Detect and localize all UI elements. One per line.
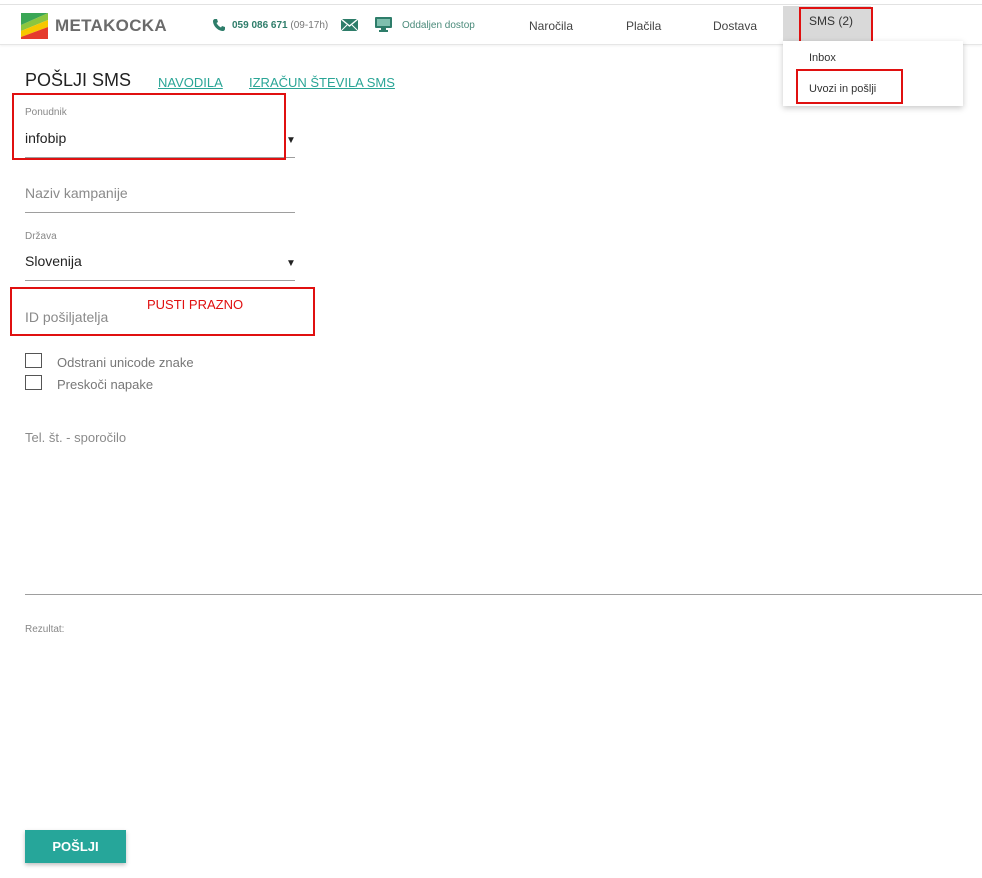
- annotation-provider-highlight: [12, 93, 286, 160]
- caret-down-icon[interactable]: ▼: [286, 258, 296, 269]
- remove-unicode-label[interactable]: Odstrani unicode znake: [57, 355, 194, 370]
- page-title: POŠLJI SMS: [25, 70, 132, 90]
- logo-text[interactable]: METAKOCKA: [55, 16, 167, 36]
- sms-count-link[interactable]: IZRAČUN ŠTEVILA SMS: [249, 75, 395, 90]
- country-label: Država: [25, 231, 57, 242]
- campaign-name-placeholder[interactable]: Naziv kampanije: [25, 185, 128, 201]
- country-underline: [25, 280, 295, 281]
- nav-delivery[interactable]: Dostava: [713, 19, 757, 33]
- remote-access-link[interactable]: Oddaljen dostop: [402, 20, 475, 31]
- phone-number: 059 086 671: [232, 20, 288, 31]
- send-button[interactable]: POŠLJI: [25, 830, 126, 863]
- skip-errors-label[interactable]: Preskoči napake: [57, 377, 153, 392]
- nav-payments[interactable]: Plačila: [626, 19, 661, 33]
- annotation-import-highlight: [796, 69, 903, 104]
- phone-contact: 059 086 671 (09-17h): [232, 20, 328, 31]
- metakocka-logo-icon[interactable]: [21, 11, 48, 39]
- annotation-leave-empty: PUSTI PRAZNO: [147, 297, 244, 312]
- nav-orders[interactable]: Naročila: [529, 19, 573, 33]
- country-value[interactable]: Slovenija: [25, 253, 82, 269]
- monitor-icon[interactable]: [375, 17, 392, 32]
- message-underline: [25, 594, 982, 595]
- phone-icon: [213, 19, 225, 31]
- message-placeholder[interactable]: Tel. št. - sporočilo: [25, 430, 126, 445]
- campaign-underline: [25, 212, 295, 213]
- caret-down-icon[interactable]: ▼: [286, 135, 296, 146]
- instructions-link[interactable]: NAVODILA: [158, 75, 223, 90]
- mail-icon[interactable]: [341, 19, 358, 31]
- remove-unicode-checkbox[interactable]: [25, 353, 42, 368]
- skip-errors-checkbox[interactable]: [25, 375, 42, 390]
- phone-hours: (09-17h): [290, 20, 329, 31]
- result-label: Rezultat:: [25, 624, 65, 635]
- annotation-sms-highlight: [799, 7, 873, 43]
- dropdown-item-inbox[interactable]: Inbox: [809, 52, 836, 64]
